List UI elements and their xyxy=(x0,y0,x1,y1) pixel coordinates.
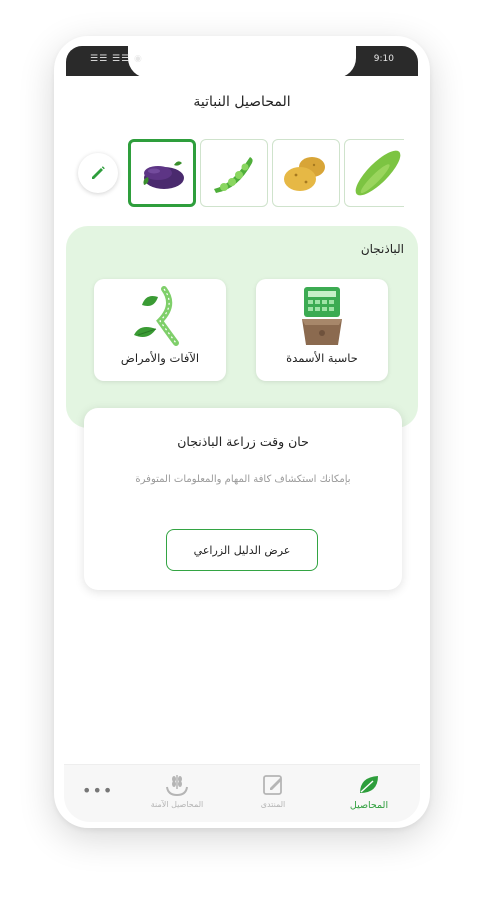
crop-tile-cucumber[interactable] xyxy=(344,139,404,207)
pests-diseases-label: الآفات والأمراض xyxy=(120,351,200,365)
leaf-icon xyxy=(360,776,378,793)
notch xyxy=(128,46,356,78)
page-title: المحاصيل النباتية xyxy=(193,94,291,110)
more-icon[interactable]: ••• xyxy=(82,781,113,800)
nav-forum-label: المنتدى xyxy=(260,800,286,809)
status-time: 9:10 xyxy=(373,54,394,64)
edit-crops-button[interactable] xyxy=(78,153,118,193)
peas-icon xyxy=(214,157,253,193)
fertilizer-calculator-card[interactable]: حاسبة الأسمدة xyxy=(256,279,388,381)
nav-safe-crops[interactable]: المحاصيل الآمنة xyxy=(142,773,212,809)
crop-tile-eggplant[interactable] xyxy=(128,139,196,207)
signal-icons: ☰☰ ☰☰ ◉ xyxy=(90,54,143,64)
bottom-navigation: ••• المحاصيل الآمنة المنتدى المحاصيل xyxy=(64,764,420,822)
pests-diseases-card[interactable]: الآفات والأمراض xyxy=(94,279,226,381)
planting-info-card: حان وقت زراعة الباذنجان بإمكانك استكشاف … xyxy=(84,408,402,590)
edit-note-icon xyxy=(263,775,282,795)
view-guide-button[interactable]: عرض الدليل الزراعي xyxy=(166,529,318,571)
selected-crop-name: الباذنجان xyxy=(360,242,404,256)
cucumber-icon xyxy=(355,150,401,196)
crop-selector xyxy=(74,139,404,211)
wheat-hand-icon xyxy=(166,775,188,797)
nav-crops[interactable]: المحاصيل xyxy=(334,773,404,811)
info-description: بإمكانك استكشاف كافة المهام والمعلومات ا… xyxy=(135,474,351,485)
info-title: حان وقت زراعة الباذنجان xyxy=(177,434,309,449)
calculator-icon xyxy=(302,287,342,345)
leaf-tape-icon xyxy=(134,286,179,346)
crop-tile-potato[interactable] xyxy=(272,139,340,207)
crop-tools-panel: الباذنجان حاسبة الأسمدة الآفات والأمراض xyxy=(66,226,418,428)
phone-frame: ☰☰ ☰☰ ◉ 9:10 المحاصيل النباتية الباذنجان… xyxy=(54,36,430,828)
nav-crops-label: المحاصيل xyxy=(349,800,389,811)
fertilizer-calculator-label: حاسبة الأسمدة xyxy=(286,351,358,365)
pencil-icon xyxy=(92,166,105,179)
status-bar: ☰☰ ☰☰ ◉ 9:10 xyxy=(66,46,418,78)
potato-icon xyxy=(284,157,325,191)
crop-tile-peas[interactable] xyxy=(200,139,268,207)
eggplant-icon xyxy=(143,161,184,189)
nav-forum[interactable]: المنتدى xyxy=(238,773,308,809)
nav-safe-crops-label: المحاصيل الآمنة xyxy=(150,800,204,809)
